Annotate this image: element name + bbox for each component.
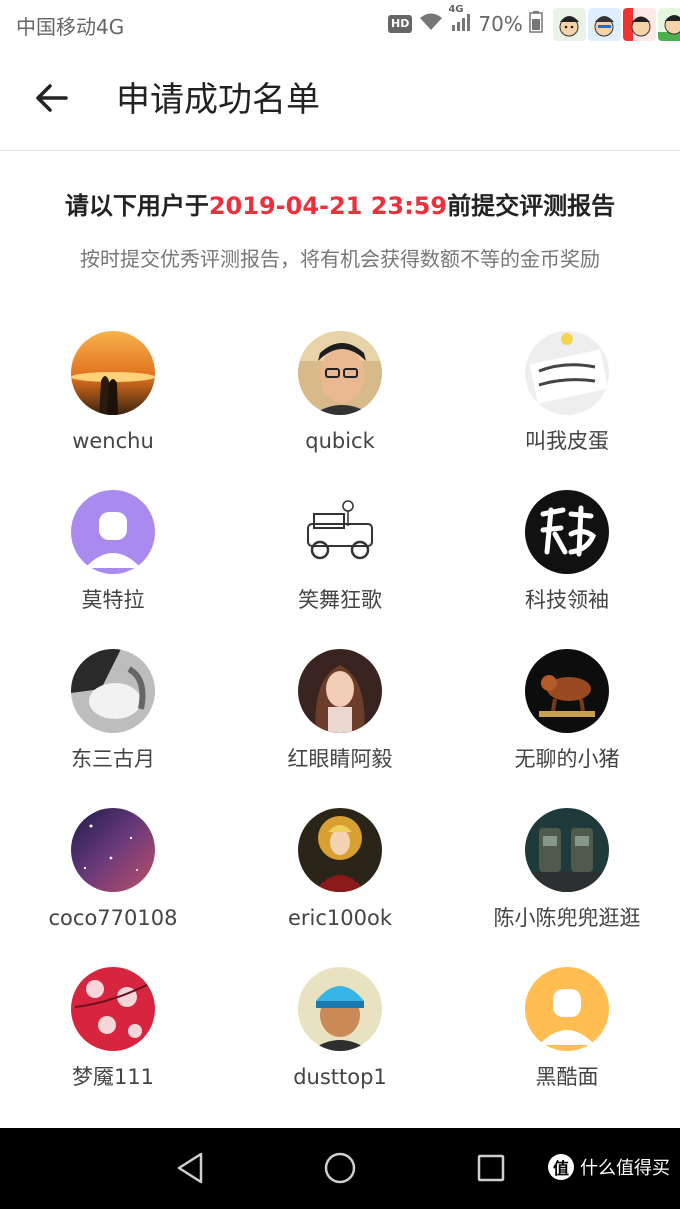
user-name: dusttop1 xyxy=(293,1065,387,1089)
back-button[interactable] xyxy=(28,76,76,124)
user-name: 东三古月 xyxy=(71,747,155,771)
page-title: 申请成功名单 xyxy=(116,80,320,120)
triangle-back-icon xyxy=(175,1151,205,1189)
cartoon-face-icon xyxy=(657,7,680,41)
user-item[interactable]: 红眼睛阿毅 xyxy=(227,649,453,808)
user-name: coco770108 xyxy=(48,906,178,930)
user-item[interactable]: qubick xyxy=(227,331,453,490)
user-name: wenchu xyxy=(72,429,154,453)
deadline-notice: 请以下用户于2019-04-21 23:59前提交评测报告 xyxy=(0,186,680,221)
user-name: 科技领袖 xyxy=(525,588,609,612)
circle-home-icon xyxy=(323,1151,357,1189)
user-avatar xyxy=(71,331,155,415)
user-avatar xyxy=(298,649,382,733)
user-name: 莫特拉 xyxy=(81,588,145,612)
user-item[interactable]: 叫我皮蛋 xyxy=(454,331,680,490)
cartoon-face-icon xyxy=(622,7,656,41)
user-item[interactable]: 东三古月 xyxy=(0,649,226,808)
user-name: 黑酷面 xyxy=(535,1065,599,1089)
watermark-logo-icon: 值 xyxy=(548,1154,574,1180)
user-item[interactable]: eric100ok xyxy=(227,808,453,967)
user-avatar xyxy=(525,490,609,574)
user-item[interactable]: 科技领袖 xyxy=(454,490,680,649)
nav-back-button[interactable] xyxy=(168,1148,212,1192)
user-avatar xyxy=(298,808,382,892)
sticker-group xyxy=(552,7,680,41)
square-recents-icon xyxy=(476,1153,506,1187)
user-avatar xyxy=(71,808,155,892)
user-name: 叫我皮蛋 xyxy=(525,429,609,453)
battery-icon xyxy=(529,10,543,38)
user-name: eric100ok xyxy=(287,906,393,930)
user-avatar xyxy=(71,490,155,574)
user-avatar xyxy=(298,967,382,1051)
notice-suffix: 前提交评测报告 xyxy=(447,192,616,220)
status-bar: 中国移动4G HD 4G 70% xyxy=(0,0,680,48)
user-name: 梦魇111 xyxy=(71,1065,155,1089)
notice-prefix: 请以下用户于 xyxy=(64,192,209,220)
user-avatar xyxy=(525,967,609,1051)
user-item[interactable]: 笑舞狂歌 xyxy=(227,490,453,649)
user-name: qubick xyxy=(305,429,375,453)
signal-icon: 4G xyxy=(448,4,472,37)
user-item[interactable]: wenchu xyxy=(0,331,226,490)
site-watermark: 值 什么值得买 xyxy=(548,1154,670,1180)
user-item[interactable]: 无聊的小猪 xyxy=(454,649,680,808)
hd-badge: HD xyxy=(388,15,413,33)
user-avatar xyxy=(71,967,155,1051)
navigation-bar: 值 什么值得买 xyxy=(0,1128,680,1209)
nav-home-button[interactable] xyxy=(318,1148,362,1192)
user-item[interactable]: 梦魇111 xyxy=(0,967,226,1126)
user-name: 红眼睛阿毅 xyxy=(287,747,393,771)
user-item[interactable]: dusttop1 xyxy=(227,967,453,1126)
user-avatar xyxy=(298,490,382,574)
status-icons: HD 4G 70% xyxy=(388,4,680,41)
network-type-label: 4G xyxy=(448,3,464,15)
carrier-label: 中国移动4G xyxy=(16,15,125,39)
app-bar: 申请成功名单 xyxy=(0,48,680,151)
nav-recents-button[interactable] xyxy=(469,1148,513,1192)
battery-label: 70% xyxy=(478,12,523,36)
wifi-icon xyxy=(418,12,444,37)
user-item[interactable]: coco770108 xyxy=(0,808,226,967)
user-name: 陈小陈兜兜逛逛 xyxy=(493,906,641,930)
user-item[interactable]: 莫特拉 xyxy=(0,490,226,649)
back-arrow-icon xyxy=(35,84,69,116)
user-name: 笑舞狂歌 xyxy=(298,588,382,612)
user-item[interactable]: 陈小陈兜兜逛逛 xyxy=(454,808,680,967)
reward-notice: 按时提交优秀评测报告，将有机会获得数额不等的金币奖励 xyxy=(80,247,600,271)
user-avatar xyxy=(525,649,609,733)
watermark-text: 什么值得买 xyxy=(580,1158,670,1179)
user-avatar xyxy=(71,649,155,733)
cartoon-face-icon xyxy=(587,7,621,41)
user-item[interactable]: 黑酷面 xyxy=(454,967,680,1126)
user-avatar xyxy=(525,331,609,415)
user-avatar xyxy=(298,331,382,415)
user-avatar xyxy=(525,808,609,892)
cartoon-face-icon xyxy=(552,7,586,41)
user-name: 无聊的小猪 xyxy=(514,747,620,771)
deadline-time: 2019-04-21 23:59 xyxy=(208,192,448,220)
